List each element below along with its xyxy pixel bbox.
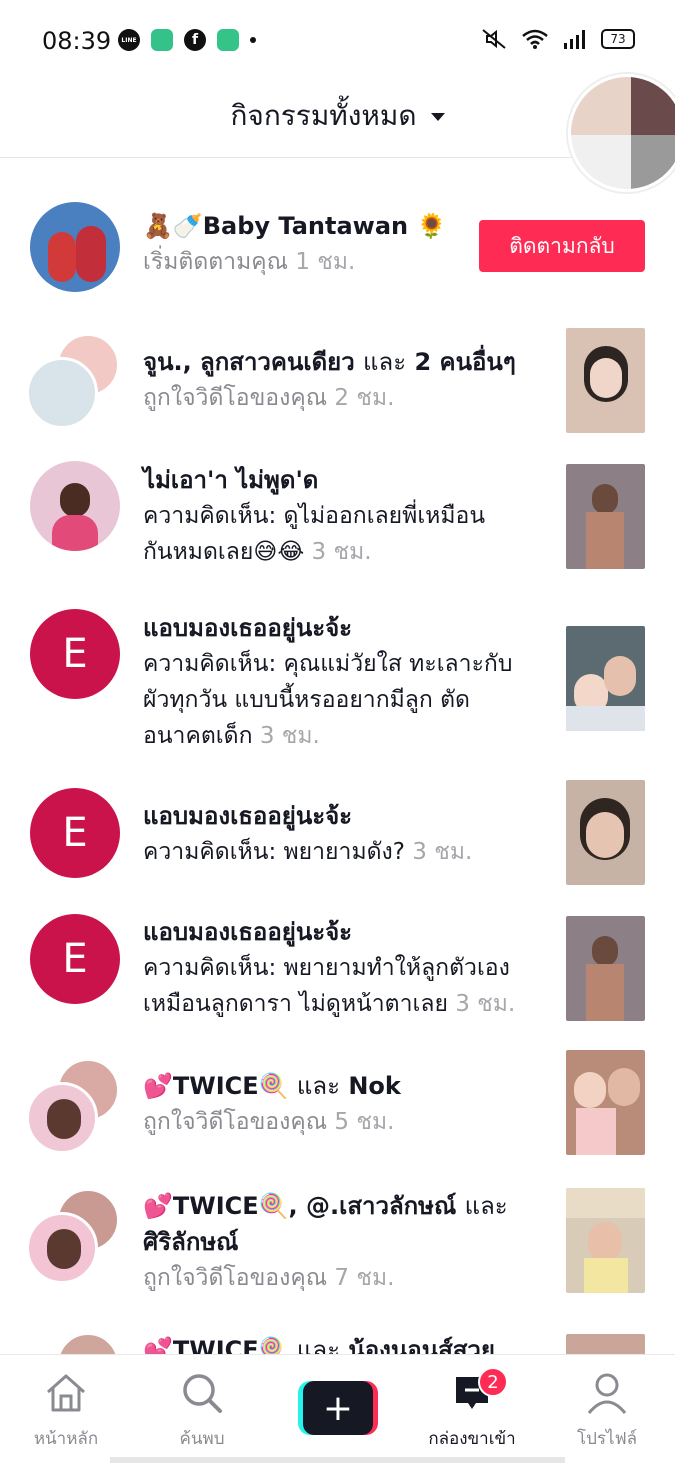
list-item[interactable]: 💕TWICE🍭, @.เสาวลักษณ์ และ ศิริลักษณ์ ถูก…: [0, 1184, 675, 1316]
avatar[interactable]: E: [30, 788, 120, 878]
plus-icon: +: [303, 1381, 373, 1435]
avatar: [56, 1332, 120, 1354]
comment-text: ความคิดเห็น: พยายามทำให้ลูกตัวเอง เหมือน…: [143, 955, 516, 1017]
avatar-group[interactable]: [26, 1058, 122, 1154]
status-app-icons: LINE f: [118, 29, 256, 51]
line-icon: LINE: [118, 29, 140, 51]
video-thumbnail[interactable]: [566, 464, 645, 569]
status-time: 08:39: [42, 27, 112, 55]
nav-profile-label: โปรไฟล์: [576, 1429, 638, 1449]
list-item[interactable]: 💕TWICE🍭 และ น้องนอนส์สวย: [0, 1330, 675, 1354]
nav-inbox[interactable]: 2 กล่องขาเข้า: [412, 1367, 532, 1452]
activity-header: กิจกรรมทั้งหมด: [0, 74, 675, 192]
bottom-navigation: หน้าหลัก ค้นพบ + 2 กล่องขาเข้า โปรไฟล์: [0, 1354, 675, 1463]
app-store-icon: [217, 29, 239, 51]
battery-icon: 73: [601, 29, 635, 49]
timestamp: 3 ชม.: [311, 539, 372, 565]
avatar: [26, 357, 98, 429]
mute-icon: [482, 29, 506, 49]
video-thumbnail[interactable]: [566, 1188, 645, 1293]
user-name[interactable]: ไม่เอา'า ไม่พูด'ด: [143, 462, 553, 498]
user-names[interactable]: 💕TWICE🍭 และ Nok: [143, 1068, 553, 1104]
comment-text: ความคิดเห็น: คุณแม่วัยใส ทะเลาะกับ ผัวทุ…: [143, 651, 513, 749]
list-item[interactable]: E แอบมองเธออยู่นะจ้ะ ความคิดเห็น: พยายาม…: [0, 780, 675, 898]
nav-inbox-label: กล่องขาเข้า: [428, 1429, 516, 1449]
avatar: [26, 1082, 98, 1154]
story-photo: [571, 77, 631, 135]
home-icon: [47, 1374, 85, 1412]
timestamp: 2 ชม.: [334, 385, 395, 411]
nav-home[interactable]: หน้าหลัก: [6, 1371, 126, 1452]
app-square-icon: [151, 29, 173, 51]
user-name[interactable]: แอบมองเธออยู่นะจ้ะ: [143, 798, 553, 834]
nav-home-label: หน้าหลัก: [33, 1429, 99, 1449]
follow-back-button[interactable]: ติดตามกลับ: [479, 220, 645, 272]
status-bar: 08:39 LINE f 73: [0, 0, 675, 80]
avatar: [26, 1212, 98, 1284]
video-thumbnail[interactable]: [566, 1050, 645, 1155]
facebook-icon: f: [184, 29, 206, 51]
video-thumbnail[interactable]: [566, 626, 645, 731]
avatar[interactable]: E: [30, 914, 120, 1004]
list-item[interactable]: จูน., ลูกสาวคนเดียว และ 2 คนอื่นๆ ถูกใจว…: [0, 328, 675, 436]
avatar[interactable]: E: [30, 609, 120, 699]
notification-text: ถูกใจวิดีโอของคุณ 7 ชม.: [143, 1265, 395, 1291]
list-item[interactable]: 💕TWICE🍭 และ Nok ถูกใจวิดีโอของคุณ 5 ชม.: [0, 1050, 675, 1166]
avatar[interactable]: [30, 461, 120, 551]
comment-text: ความคิดเห็น: ดูไม่ออกเลยพี่เหมือน กันหมด…: [143, 503, 486, 565]
list-item[interactable]: 🧸🍼Baby Tantawan 🌻 เริ่มติดตามคุณ 1 ชม. ต…: [0, 200, 675, 310]
page-title: กิจกรรมทั้งหมด: [230, 99, 417, 132]
video-thumbnail[interactable]: [566, 916, 645, 1021]
timestamp: 7 ชม.: [334, 1265, 395, 1291]
caret-down-icon: [430, 113, 445, 121]
list-item[interactable]: E แอบมองเธออยู่นะจ้ะ ความคิดเห็น: พยายาม…: [0, 914, 675, 1044]
nav-profile[interactable]: โปรไฟล์: [547, 1371, 667, 1452]
video-thumbnail[interactable]: [566, 1334, 645, 1354]
nav-discover-label: ค้นพบ: [179, 1429, 225, 1449]
profile-icon: [587, 1373, 627, 1414]
user-names[interactable]: จูน., ลูกสาวคนเดียว และ 2 คนอื่นๆ: [143, 344, 553, 380]
signal-icon: [564, 30, 585, 49]
activity-list[interactable]: 🧸🍼Baby Tantawan 🌻 เริ่มติดตามคุณ 1 ชม. ต…: [0, 158, 675, 1354]
notification-text: ถูกใจวิดีโอของคุณ 5 ชม.: [143, 1109, 395, 1135]
notification-dot: [250, 37, 256, 43]
user-name[interactable]: แอบมองเธออยู่นะจ้ะ: [143, 914, 553, 950]
list-item[interactable]: ไม่เอา'า ไม่พูด'ด ความคิดเห็น: ดูไม่ออกเ…: [0, 458, 675, 588]
home-indicator: [110, 1457, 565, 1463]
inbox-badge: 2: [478, 1367, 508, 1397]
notification-text: ถูกใจวิดีโอของคุณ 2 ชม.: [143, 385, 395, 411]
timestamp: 5 ชม.: [334, 1109, 395, 1135]
wifi-icon: [522, 29, 548, 49]
user-names[interactable]: 💕TWICE🍭, @.เสาวลักษณ์ และ ศิริลักษณ์: [143, 1188, 553, 1260]
user-names[interactable]: 💕TWICE🍭 และ น้องนอนส์สวย: [143, 1332, 553, 1354]
comment-text: ความคิดเห็น: พยายามดัง? 3 ชม.: [143, 839, 473, 865]
nav-discover[interactable]: ค้นพบ: [142, 1371, 262, 1452]
avatar-group[interactable]: [26, 333, 122, 429]
avatar[interactable]: [30, 202, 120, 292]
create-button[interactable]: +: [298, 1381, 378, 1435]
story-photo: [631, 77, 675, 135]
list-item[interactable]: E แอบมองเธออยู่นะจ้ะ ความคิดเห็น: คุณแม่…: [0, 606, 675, 774]
user-name[interactable]: แอบมองเธออยู่นะจ้ะ: [143, 610, 553, 646]
timestamp: 3 ชม.: [455, 991, 516, 1017]
timestamp: 1 ชม.: [295, 249, 356, 275]
search-icon: [183, 1374, 222, 1413]
avatar-group[interactable]: [26, 1332, 122, 1354]
avatar-group[interactable]: [26, 1188, 122, 1284]
status-right: 73: [481, 28, 635, 50]
video-thumbnail[interactable]: [566, 328, 645, 433]
video-thumbnail[interactable]: [566, 780, 645, 885]
timestamp: 3 ชม.: [412, 839, 473, 865]
timestamp: 3 ชม.: [259, 723, 320, 749]
